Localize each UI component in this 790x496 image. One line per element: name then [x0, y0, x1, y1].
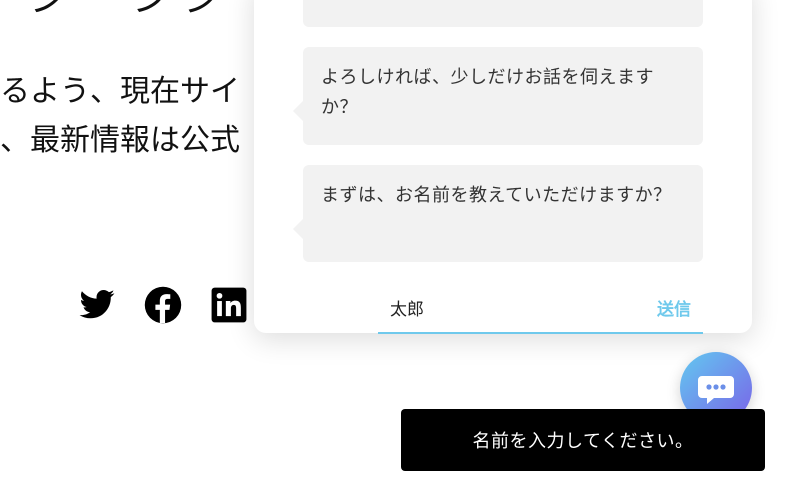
social-links: [78, 286, 248, 324]
chat-panel: よろしければ、少しだけお話を伺えますか？ まずは、お名前を教えていただけますか？…: [254, 0, 752, 334]
send-button[interactable]: 送信: [645, 282, 703, 332]
chat-input-row: 送信: [378, 282, 703, 334]
chat-message-bubble: [303, 0, 703, 27]
chat-message-bubble: まずは、お名前を教えていただけますか？: [293, 165, 703, 262]
linkedin-icon[interactable]: [210, 286, 248, 324]
page-heading: ーシ ー ン ジ ー: [0, 0, 273, 22]
name-input[interactable]: [378, 282, 645, 332]
chat-bubble-icon: [698, 376, 734, 404]
chat-message-bubble: よろしければ、少しだけお話を伺えますか？: [293, 47, 703, 145]
twitter-icon[interactable]: [78, 286, 116, 324]
validation-toast: 名前を入力してください。: [401, 409, 765, 471]
facebook-icon[interactable]: [144, 286, 182, 324]
page-text-line: 、最新情報は公式: [0, 123, 240, 158]
page-text-line: るよう、現在サイ: [0, 74, 240, 109]
